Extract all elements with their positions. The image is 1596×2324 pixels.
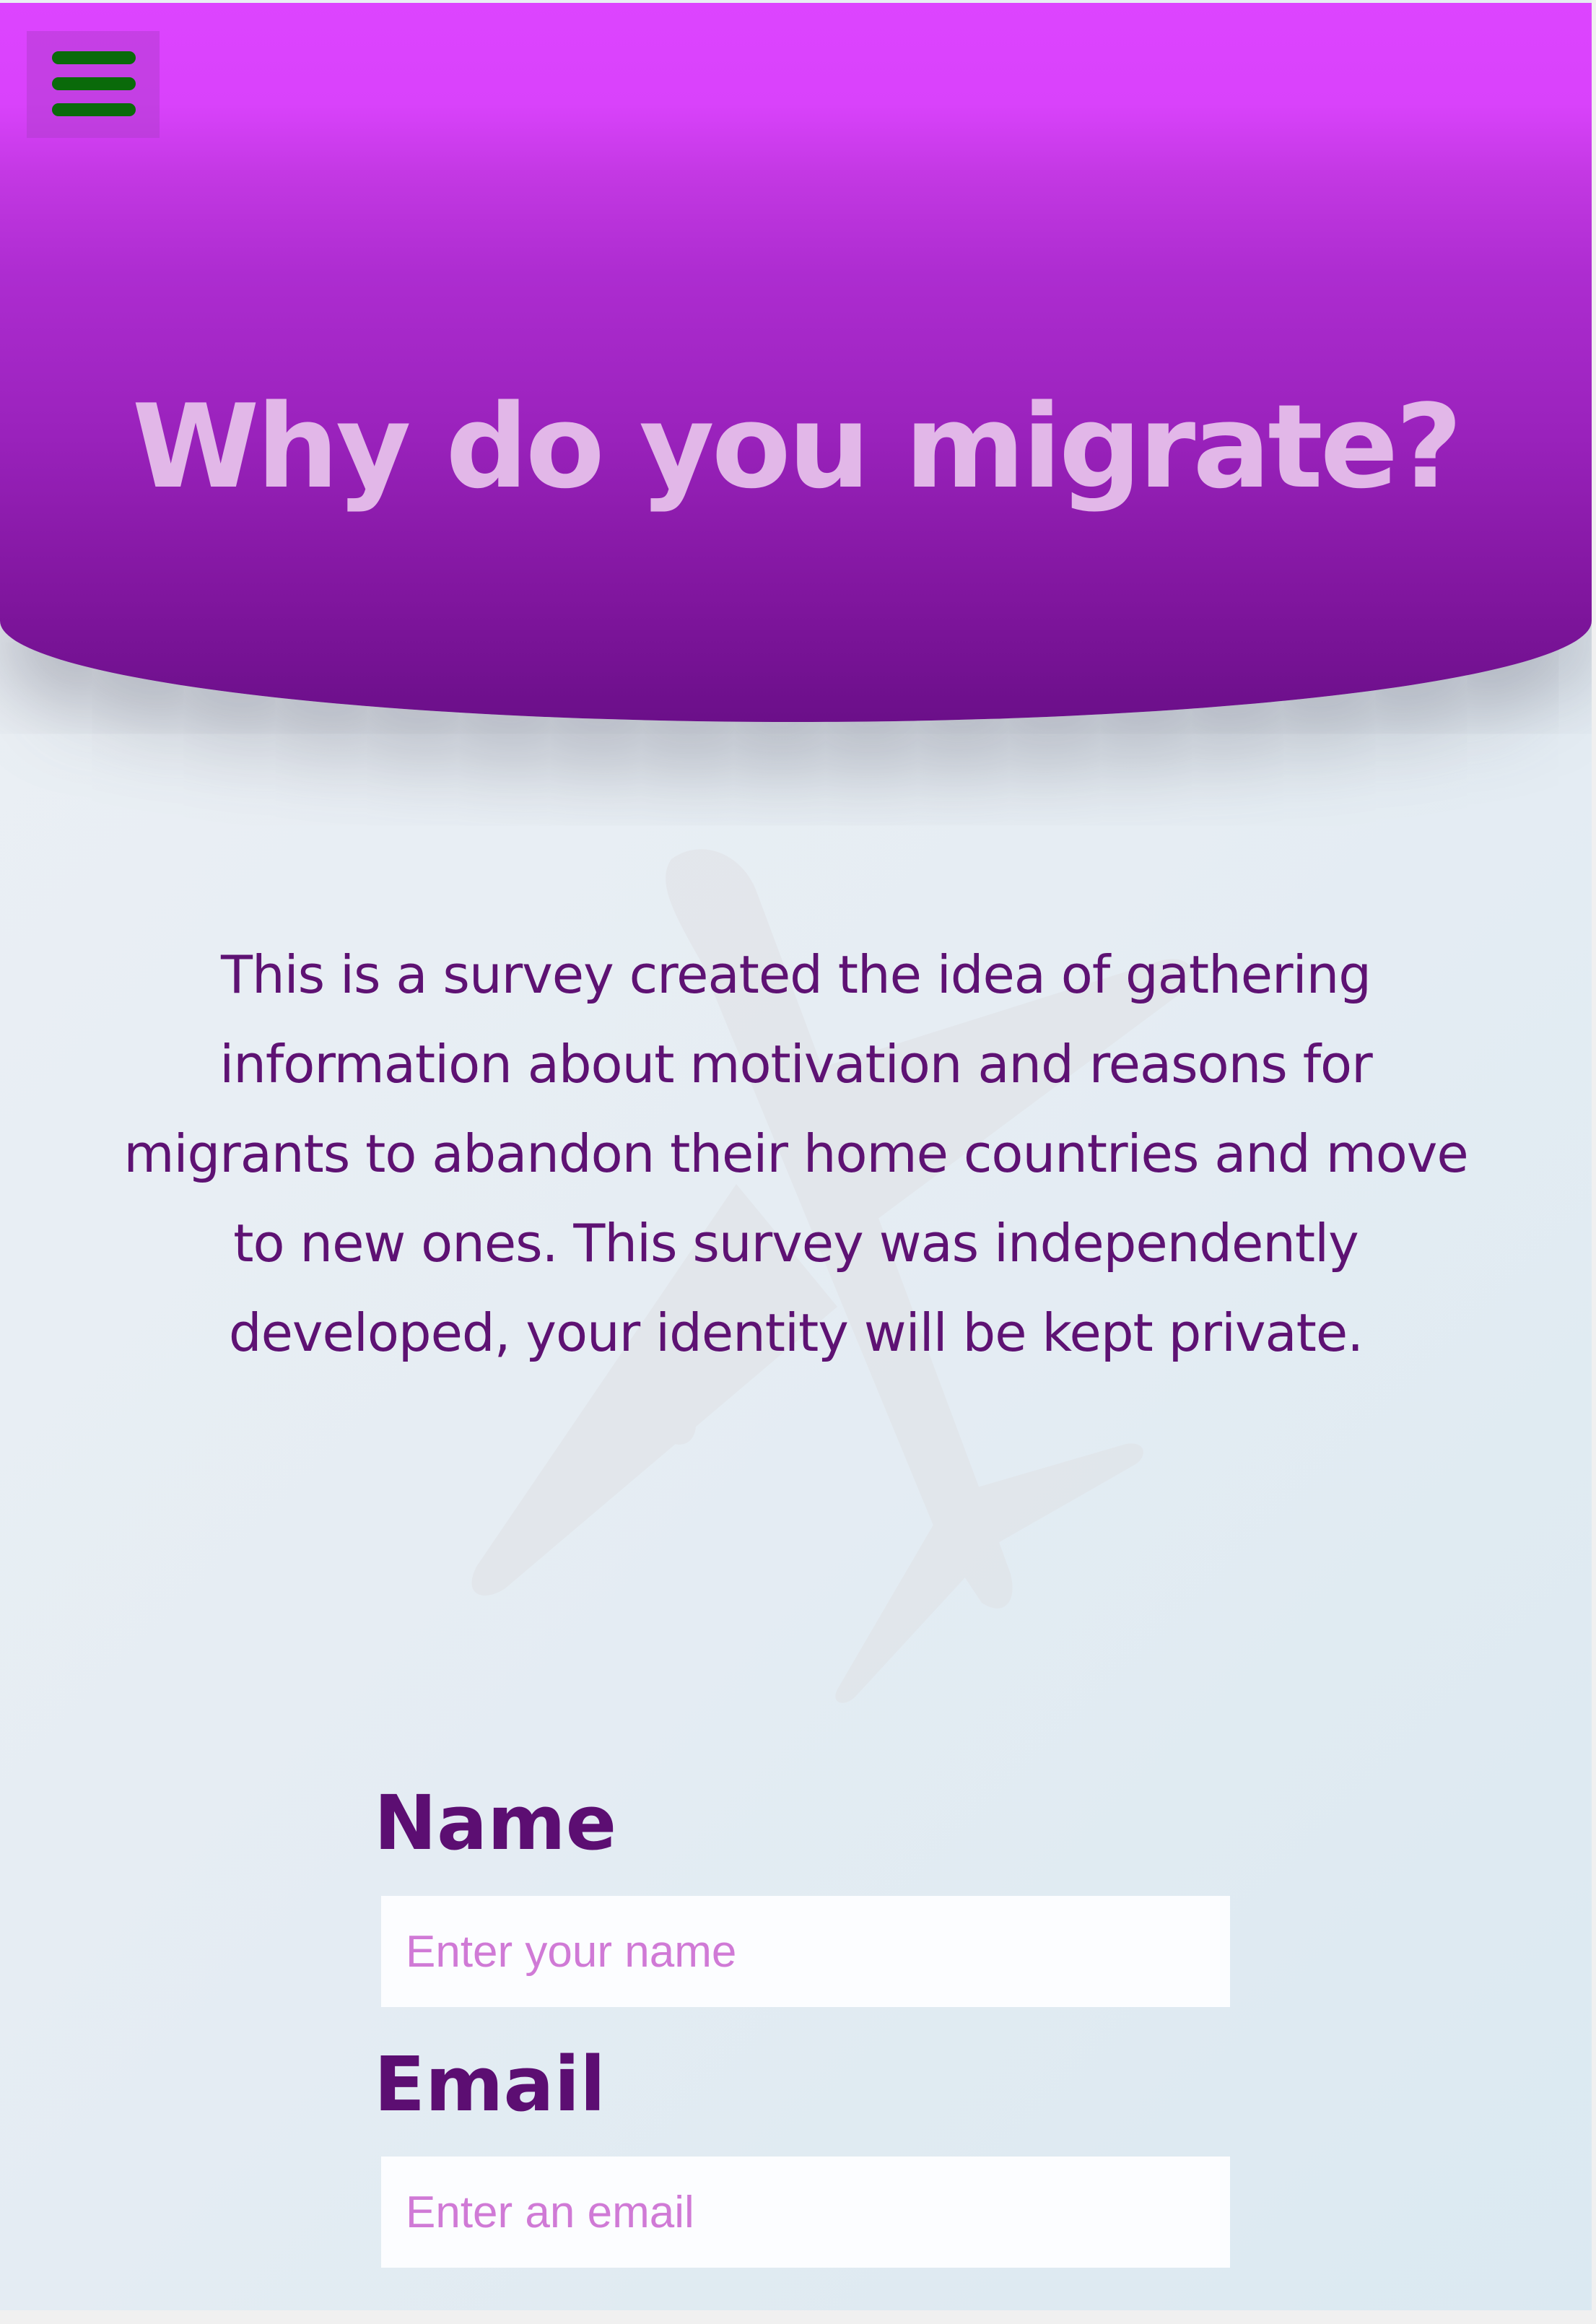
viewport-edge-bottom — [0, 2310, 1596, 2324]
survey-description: This is a survey created the idea of gat… — [123, 944, 1468, 1363]
hamburger-menu-icon-bar — [52, 103, 136, 116]
page-header: Why do you migrate? — [0, 3, 1592, 722]
hamburger-menu-icon — [52, 51, 136, 64]
hamburger-menu-icon-bar — [52, 77, 136, 90]
page-title: Why do you migrate? — [131, 379, 1462, 514]
email-label: Email — [374, 2040, 606, 2128]
name-input[interactable] — [381, 1896, 1230, 2007]
name-label: Name — [374, 1779, 617, 1867]
survey-page: Why do you migrate? This is a survey cre… — [0, 0, 1592, 2310]
menu-button[interactable] — [27, 31, 160, 138]
viewport-edge-right — [1592, 0, 1596, 2324]
email-input[interactable] — [381, 2157, 1230, 2268]
